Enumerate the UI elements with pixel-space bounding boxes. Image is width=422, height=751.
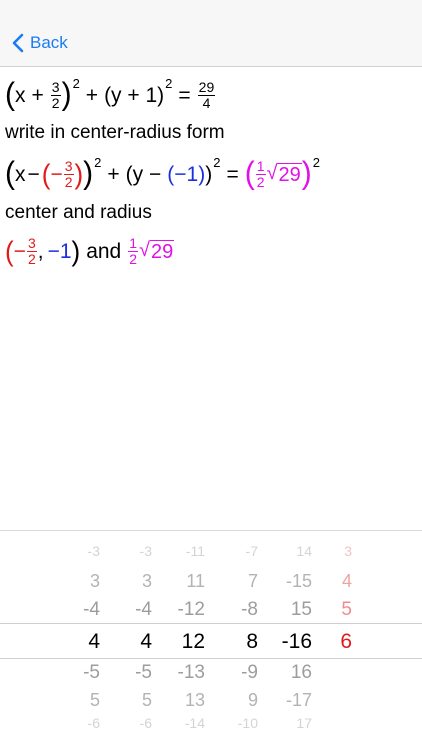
sqrt-29: √ 29 — [266, 161, 302, 186]
picker-column-6[interactable]: 3 4 5 6 — [330, 531, 352, 751]
picker-item: -11 — [185, 543, 205, 559]
picker-item: -7 — [245, 543, 258, 559]
picker-item-selected: 8 — [246, 630, 258, 653]
radius-fraction: 1 2 — [128, 234, 139, 267]
picker-item: 3 — [141, 571, 152, 591]
picker-item: -4 — [135, 599, 152, 620]
picker-item: -10 — [237, 715, 258, 731]
picker-item-selected: 4 — [140, 630, 152, 653]
picker-item: -15 — [285, 571, 312, 591]
picker-item-selected: 6 — [340, 630, 352, 653]
fraction-rhs: 29 4 — [197, 78, 216, 111]
picker-column-3[interactable]: -11 11 -12 12 -13 13 -14 — [165, 531, 205, 751]
picker-item-selected: 4 — [88, 630, 100, 653]
picker-item: 9 — [247, 690, 258, 710]
equation-center-radius: ( x − ( − 3 2 ) ) 2 + (y − (−1) ) 2 = ( 1 … — [5, 154, 320, 191]
picker-item: -3 — [87, 543, 100, 559]
chevron-left-icon — [12, 33, 24, 53]
picker-item: 5 — [89, 690, 100, 710]
picker-column-4[interactable]: -7 7 -8 8 -9 9 -10 — [220, 531, 258, 751]
picker-item: 15 — [290, 599, 312, 620]
number-picker[interactable]: -3 3 -4 4 -5 5 -6 -3 3 -4 4 -5 5 -6 -11 … — [0, 530, 422, 751]
picker-item: 3 — [89, 571, 100, 591]
picker-item: 7 — [247, 571, 258, 591]
back-label: Back — [30, 33, 68, 52]
picker-item: 17 — [296, 715, 312, 731]
center-radius-label: center and radius — [5, 202, 152, 223]
picker-item-selected: 12 — [181, 630, 205, 653]
picker-item: -5 — [83, 662, 100, 683]
picker-item: -5 — [135, 662, 152, 683]
y-term: (y + 1) — [104, 83, 165, 107]
picker-item: -3 — [139, 543, 152, 559]
picker-column-2[interactable]: -3 3 -4 4 -5 5 -6 — [122, 531, 152, 751]
picker-selection-band — [0, 623, 422, 659]
picker-item: 4 — [341, 571, 352, 591]
fraction-h: 3 2 — [50, 78, 61, 111]
solution-content: ( x + 3 2 ) 2 + (y + 1) 2 = 29 4 write in … — [5, 74, 417, 270]
picker-item: -4 — [83, 599, 100, 620]
picker-column-1[interactable]: -3 3 -4 4 -5 5 -6 — [70, 531, 100, 751]
navigation-bar: Back — [0, 0, 422, 67]
picker-column-5[interactable]: 14 -15 15 -16 16 -17 17 — [270, 531, 312, 751]
picker-item: -6 — [139, 715, 152, 731]
radius-sqrt: √ 29 — [139, 238, 175, 263]
picker-item: 16 — [290, 662, 312, 683]
var-x: x — [15, 83, 26, 107]
picker-item: -8 — [241, 599, 258, 620]
equation-original: ( x + 3 2 ) 2 + (y + 1) 2 = 29 4 — [5, 75, 216, 112]
center-and-radius-result: ( − 3 2 , −1 ) and 1 2 √ 29 — [5, 234, 175, 267]
center-k: −1 — [47, 239, 72, 263]
picker-item: -6 — [87, 715, 100, 731]
picker-item-selected: -16 — [281, 630, 312, 653]
back-button[interactable]: Back — [12, 30, 68, 56]
picker-item: -9 — [241, 662, 258, 683]
picker-item: 5 — [141, 690, 152, 710]
picker-item: -14 — [184, 715, 205, 731]
picker-item: 11 — [186, 571, 205, 591]
picker-item: -12 — [177, 599, 205, 620]
picker-item: 13 — [184, 690, 205, 710]
picker-item: 5 — [341, 599, 352, 620]
picker-item: 3 — [344, 543, 352, 559]
picker-item: -17 — [285, 690, 312, 710]
picker-item: 14 — [296, 543, 312, 559]
fraction-h-red: 3 2 — [63, 157, 74, 190]
picker-item: -13 — [177, 662, 205, 683]
k-value: (−1) — [167, 162, 206, 186]
center-h: 3 2 — [26, 234, 37, 267]
fraction-r: 1 2 — [255, 157, 266, 190]
instruction-label: write in center-radius form — [5, 122, 225, 143]
